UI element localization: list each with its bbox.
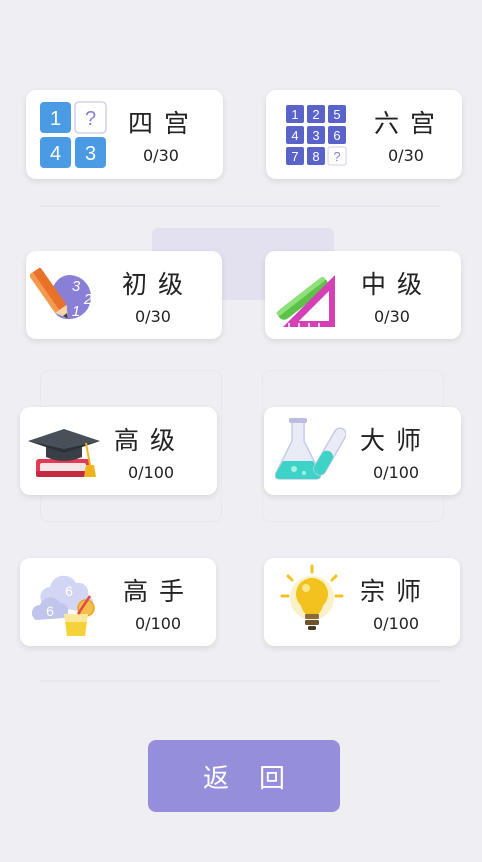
level-progress: 0/100 bbox=[128, 463, 175, 482]
level-card-beginner[interactable]: 3 2 1 初级 0/30 bbox=[26, 251, 222, 339]
grid-6-icon: 1 2 5 4 3 6 7 8 ? bbox=[276, 98, 350, 172]
grid6-cell-6: 6 bbox=[333, 128, 340, 143]
grid6-cell-5: 3 bbox=[312, 128, 319, 143]
back-button[interactable]: 返回 bbox=[148, 740, 340, 812]
grid4-cell-3: 4 bbox=[50, 143, 61, 165]
grid6-cell-4: 4 bbox=[291, 128, 298, 143]
grid-4-icon: 1 ? 4 3 bbox=[36, 98, 110, 172]
level-title: 大师 bbox=[360, 426, 433, 455]
level-progress: 0/100 bbox=[135, 614, 182, 633]
level-progress: 0/30 bbox=[374, 307, 410, 326]
grid6-cell-3: 5 bbox=[333, 107, 340, 122]
grid6-cell-9: ? bbox=[333, 149, 340, 164]
cloud-number-2: 6 bbox=[46, 603, 54, 619]
cloud-number-1: 6 bbox=[65, 583, 73, 599]
grid4-cell-2: ? bbox=[85, 108, 96, 130]
background-divider-bottom bbox=[40, 680, 440, 682]
grid6-cell-7: 7 bbox=[291, 149, 298, 164]
level-title: 中级 bbox=[361, 270, 434, 299]
flask-icon bbox=[272, 415, 346, 489]
level-progress: 0/30 bbox=[388, 146, 424, 165]
pencil-number-2: 2 bbox=[83, 291, 93, 308]
cloud-juice-icon: 6 6 bbox=[32, 566, 106, 640]
level-title: 宗师 bbox=[360, 577, 433, 606]
level-title: 六宫 bbox=[374, 109, 447, 138]
level-title: 高手 bbox=[123, 577, 196, 606]
level-progress: 0/100 bbox=[373, 463, 420, 482]
level-progress: 0/30 bbox=[143, 146, 179, 165]
lightbulb-icon bbox=[278, 564, 352, 638]
level-title: 初级 bbox=[122, 270, 195, 299]
pencil-number-3: 1 bbox=[72, 303, 80, 320]
ruler-triangle-icon bbox=[269, 259, 343, 333]
level-card-4x4[interactable]: 1 ? 4 3 四宫 0/30 bbox=[26, 90, 223, 179]
level-card-expert[interactable]: 6 6 高手 0/100 bbox=[20, 558, 216, 646]
background-divider bbox=[40, 205, 440, 207]
pencil-number-1: 3 bbox=[72, 278, 81, 295]
level-card-6x6[interactable]: 1 2 5 4 3 6 7 8 ? 六宫 0/30 bbox=[266, 90, 462, 179]
grid4-cell-1: 1 bbox=[50, 108, 61, 130]
level-card-master[interactable]: 大师 0/100 bbox=[264, 407, 461, 495]
graduation-cap-icon bbox=[24, 413, 104, 493]
level-card-intermediate[interactable]: 中级 0/30 bbox=[265, 251, 461, 339]
grid6-cell-8: 8 bbox=[312, 149, 319, 164]
level-title: 高级 bbox=[114, 426, 187, 455]
grid6-cell-1: 1 bbox=[291, 107, 298, 122]
level-progress: 0/100 bbox=[373, 614, 420, 633]
pencil-numbers-icon: 3 2 1 bbox=[30, 259, 104, 333]
level-card-grandmaster[interactable]: 宗师 0/100 bbox=[264, 558, 460, 646]
grid6-cell-2: 2 bbox=[312, 107, 319, 122]
level-title: 四宫 bbox=[128, 109, 201, 138]
grid4-cell-4: 3 bbox=[85, 143, 96, 165]
level-card-advanced[interactable]: 高级 0/100 bbox=[20, 407, 217, 495]
level-progress: 0/30 bbox=[135, 307, 171, 326]
